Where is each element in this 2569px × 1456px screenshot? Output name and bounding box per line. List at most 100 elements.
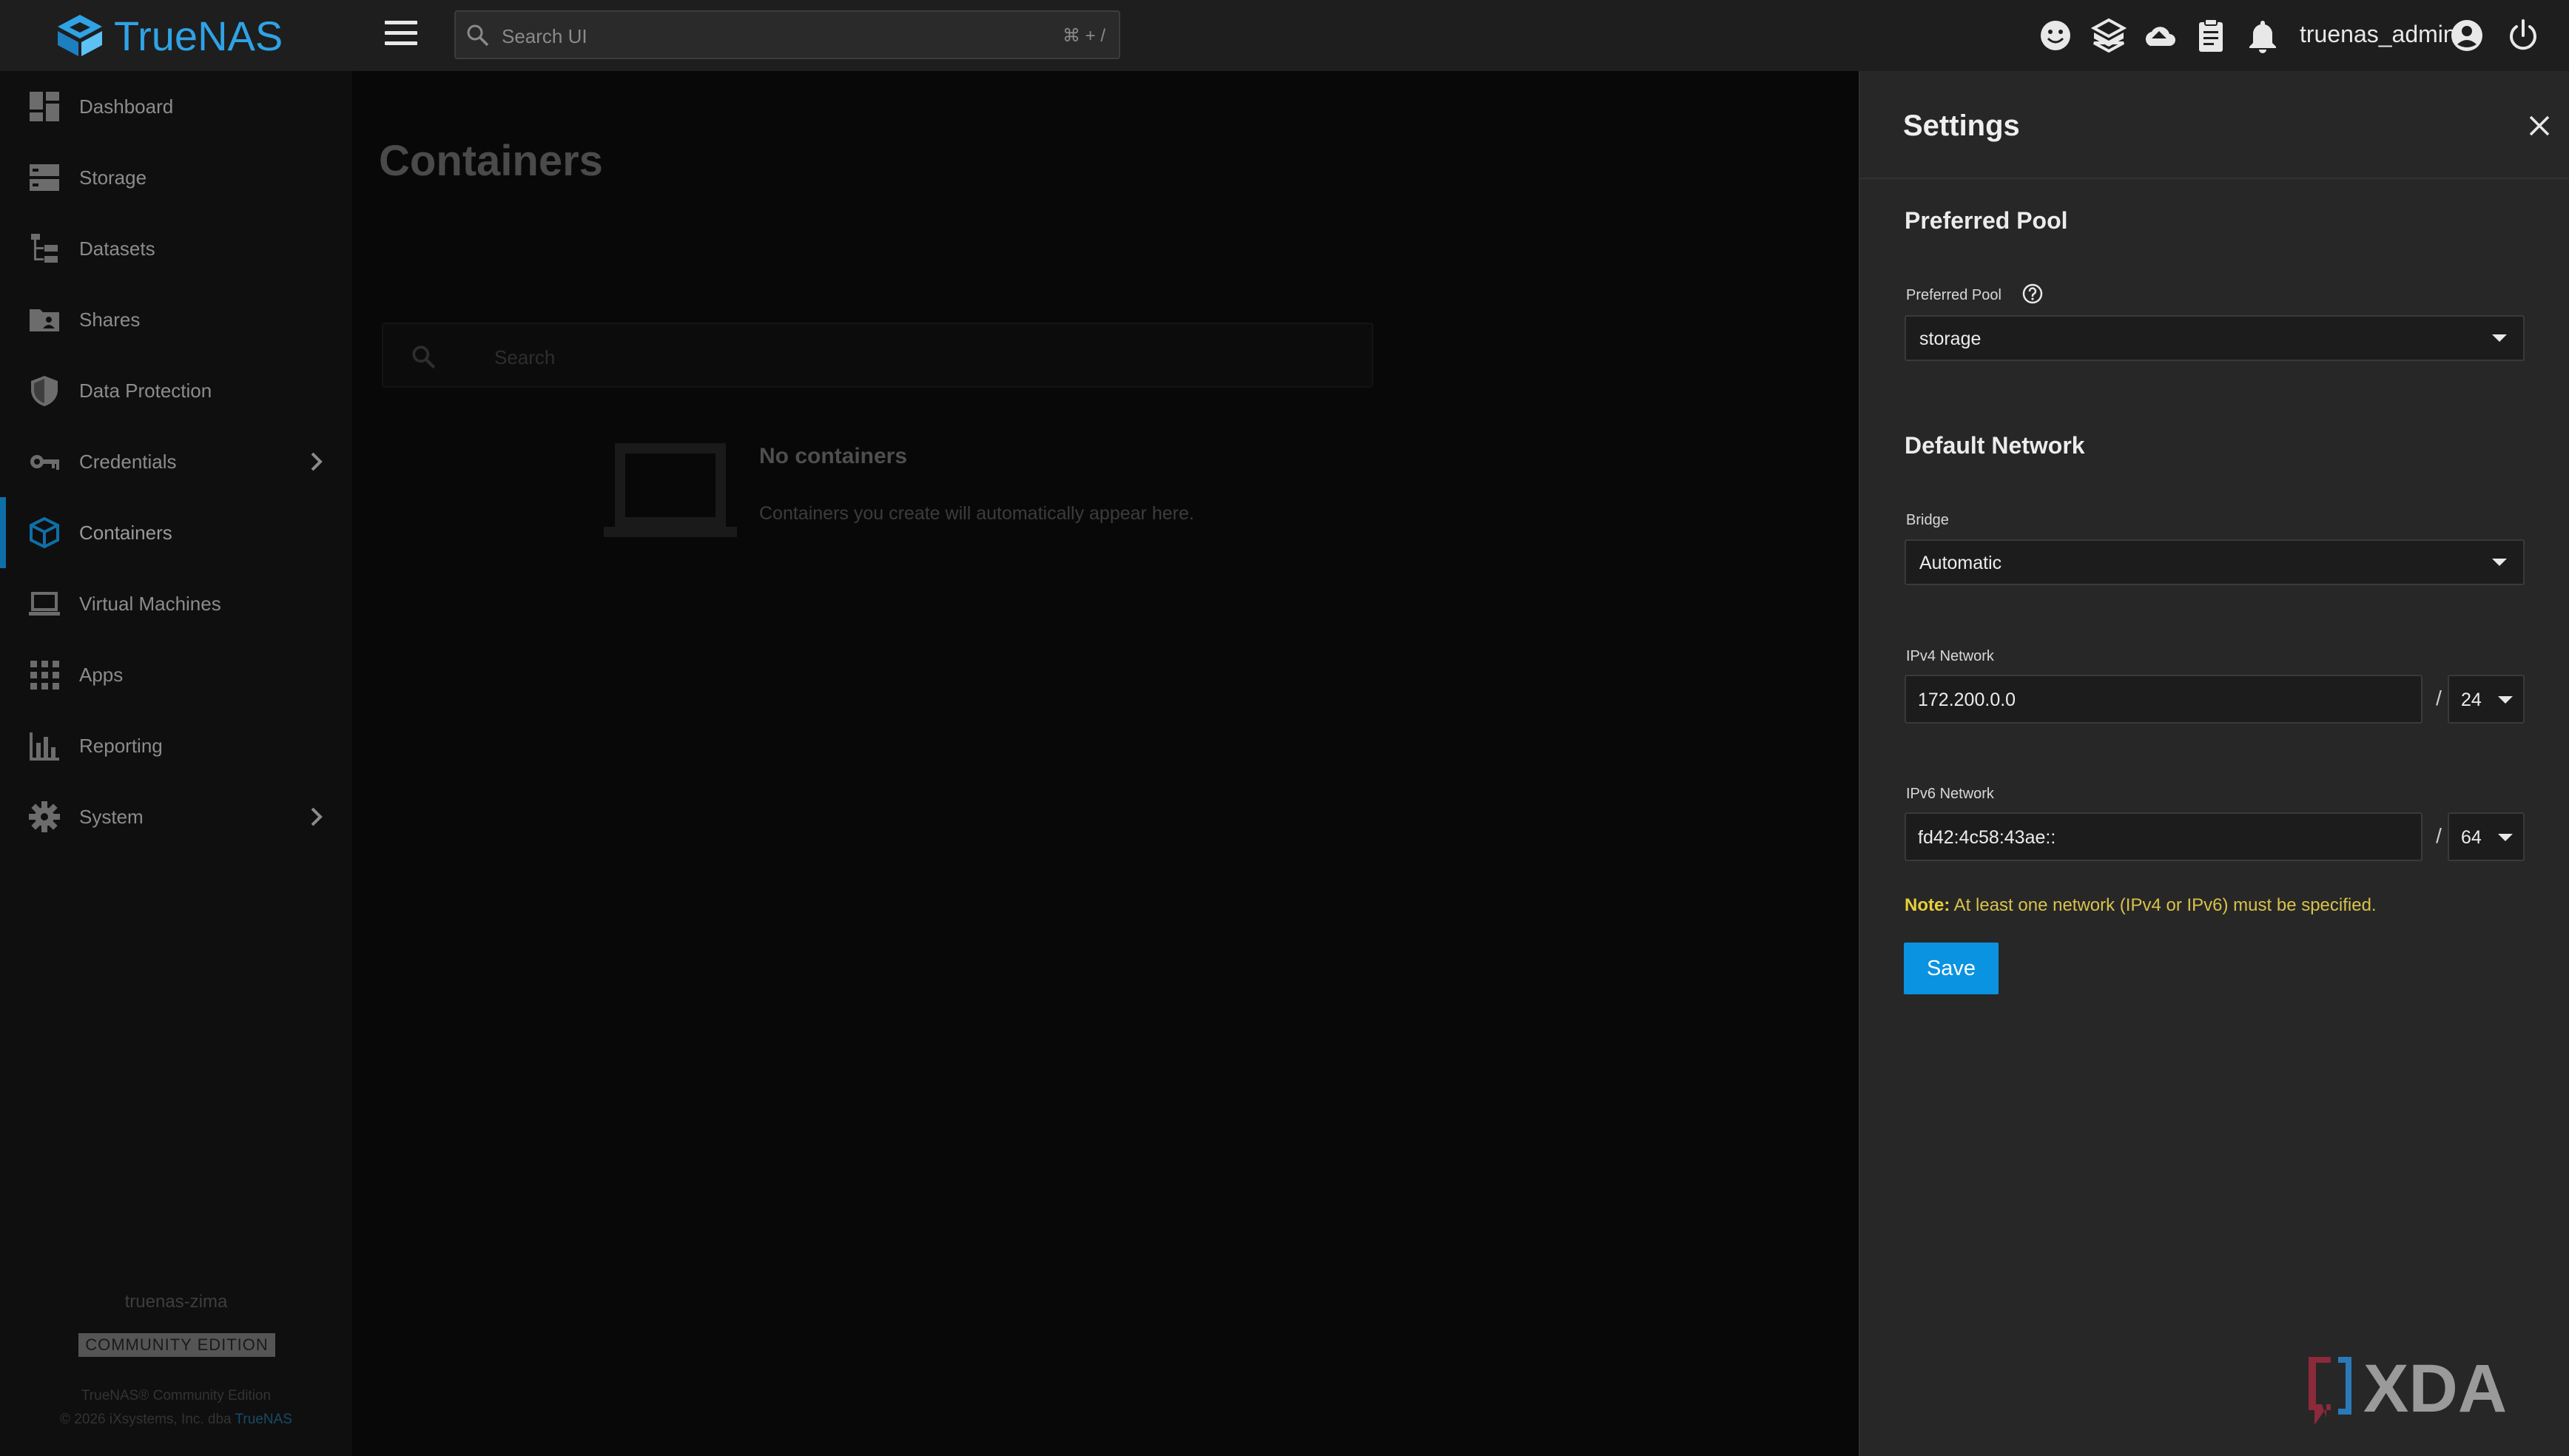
sidebar-item-label: Containers (79, 521, 172, 544)
close-icon[interactable] (2526, 112, 2553, 139)
sidebar-item-reporting[interactable]: Reporting (0, 710, 352, 781)
save-button[interactable]: Save (1904, 943, 1999, 994)
sidebar: Dashboard Storage Datasets Shares Data P… (0, 71, 352, 1456)
bar-chart-icon (30, 732, 59, 761)
sidebar-item-label: Storage (79, 166, 147, 189)
footer-copyright: © 2026 iXsystems, Inc. dba TrueNAS (0, 1412, 352, 1428)
feedback-icon[interactable] (2038, 18, 2073, 53)
menu-toggle-icon[interactable] (385, 21, 417, 50)
shield-icon (31, 376, 58, 406)
network-note: Note: At least one network (IPv4 or IPv6… (1905, 895, 2377, 916)
search-icon (412, 346, 436, 369)
dropdown-arrow-icon (2498, 834, 2513, 841)
hostname-label: truenas-zima (124, 1292, 228, 1312)
default-network-section-title: Default Network (1905, 432, 2085, 459)
note-label: Note: (1905, 895, 1950, 915)
sidebar-item-virtual-machines[interactable]: Virtual Machines (0, 568, 352, 639)
key-icon (30, 455, 59, 470)
username-label[interactable]: truenas_admin (2300, 21, 2457, 48)
ipv6-network-input[interactable]: fd42:4c58:43ae:: (1905, 812, 2422, 861)
preferred-pool-value: storage (1919, 328, 1982, 349)
preferred-pool-select[interactable]: storage (1905, 315, 2525, 361)
empty-state-subtitle: Containers you create will automatically… (759, 503, 1194, 524)
sidebar-item-datasets[interactable]: Datasets (0, 213, 352, 284)
sidebar-item-label: Datasets (79, 237, 155, 260)
main-content: Containers Search No containers Containe… (352, 71, 1859, 1456)
sidebar-item-credentials[interactable]: Credentials (0, 426, 352, 497)
cloud-sync-icon[interactable] (2141, 18, 2177, 53)
truecommand-icon[interactable] (2091, 18, 2127, 53)
sidebar-item-system[interactable]: System (0, 781, 352, 852)
top-bar: TrueNAS Search UI ⌘ + / truenas_admin (0, 0, 2569, 71)
chevron-right-icon (311, 452, 323, 471)
dropdown-arrow-icon (2498, 696, 2513, 704)
sidebar-item-label: System (79, 805, 144, 828)
ipv4-mask-value: 24 (2461, 690, 2482, 710)
sidebar-item-label: Apps (79, 663, 124, 686)
ipv6-mask-select[interactable]: 64 (2448, 812, 2525, 861)
search-shortcut: ⌘ + / (1062, 26, 1105, 46)
global-search-input[interactable]: Search UI ⌘ + / (454, 10, 1120, 59)
sidebar-item-label: Virtual Machines (79, 592, 221, 615)
shares-icon (30, 309, 59, 331)
page-title: Containers (379, 137, 603, 185)
ipv4-network-value: 172.200.0.0 (1918, 690, 2016, 710)
ipv6-network-label: IPv6 Network (1906, 786, 1994, 802)
power-icon[interactable] (2505, 18, 2541, 53)
laptop-icon (29, 592, 60, 616)
sidebar-item-label: Credentials (79, 450, 177, 473)
bridge-value: Automatic (1919, 553, 2002, 573)
sidebar-item-dashboard[interactable]: Dashboard (0, 71, 352, 142)
ipv4-network-label: IPv4 Network (1906, 648, 1994, 664)
sidebar-item-label: Data Protection (79, 379, 212, 402)
sidebar-item-shares[interactable]: Shares (0, 284, 352, 355)
edition-badge: COMMUNITY EDITION (78, 1333, 275, 1357)
footer-product: TrueNAS® Community Edition (81, 1388, 272, 1403)
bridge-label: Bridge (1906, 512, 1949, 528)
dropdown-arrow-icon (2492, 334, 2507, 342)
cube-icon (30, 516, 59, 549)
footer-link[interactable]: TrueNAS (235, 1412, 292, 1427)
sidebar-item-data-protection[interactable]: Data Protection (0, 355, 352, 426)
ipv6-mask-value: 64 (2461, 827, 2482, 848)
sidebar-item-containers[interactable]: Containers (0, 497, 352, 568)
ipv6-network-value: fd42:4c58:43ae:: (1918, 827, 2056, 848)
empty-state-title: No containers (759, 444, 908, 468)
notifications-icon[interactable] (2245, 18, 2280, 53)
apps-grid-icon (30, 661, 59, 690)
settings-header: Settings (1860, 71, 2569, 179)
truenas-logo[interactable]: TrueNAS (53, 12, 283, 59)
sidebar-item-label: Shares (79, 308, 141, 331)
chevron-right-icon (311, 807, 323, 826)
preferred-pool-section-title: Preferred Pool (1905, 207, 2068, 234)
ipv4-network-input[interactable]: 172.200.0.0 (1905, 675, 2422, 724)
preferred-pool-label: Preferred Pool (1906, 287, 2001, 303)
bridge-select[interactable]: Automatic (1905, 539, 2525, 585)
sidebar-item-apps[interactable]: Apps (0, 639, 352, 710)
xda-watermark-logo: XDA (2309, 1351, 2507, 1425)
settings-panel: Settings Preferred Pool Preferred Pool s… (1859, 71, 2569, 1456)
dropdown-arrow-icon (2492, 559, 2507, 566)
note-text: At least one network (IPv4 or IPv6) must… (1950, 895, 2377, 915)
help-icon[interactable] (2021, 283, 2044, 305)
sidebar-item-label: Dashboard (79, 95, 174, 118)
search-placeholder: Search (494, 346, 556, 368)
svg-text:XDA: XDA (2363, 1351, 2507, 1425)
storage-icon (30, 164, 59, 191)
brand-name: TrueNAS (114, 12, 283, 59)
settings-title: Settings (1903, 109, 2020, 142)
truenas-logo-icon (58, 15, 102, 56)
search-placeholder: Search UI (502, 25, 587, 47)
laptop-icon (604, 443, 737, 537)
containers-search-input[interactable]: Search (382, 323, 1373, 388)
gear-icon (29, 801, 60, 832)
footer-copyright-text: © 2026 iXsystems, Inc. dba (60, 1412, 235, 1427)
datasets-icon (31, 234, 58, 263)
sidebar-item-storage[interactable]: Storage (0, 142, 352, 213)
dashboard-icon (30, 92, 59, 121)
search-icon (467, 24, 489, 47)
account-icon[interactable] (2449, 18, 2485, 53)
jobs-icon[interactable] (2193, 18, 2229, 53)
sidebar-item-label: Reporting (79, 734, 163, 757)
ipv4-mask-select[interactable]: 24 (2448, 675, 2525, 724)
